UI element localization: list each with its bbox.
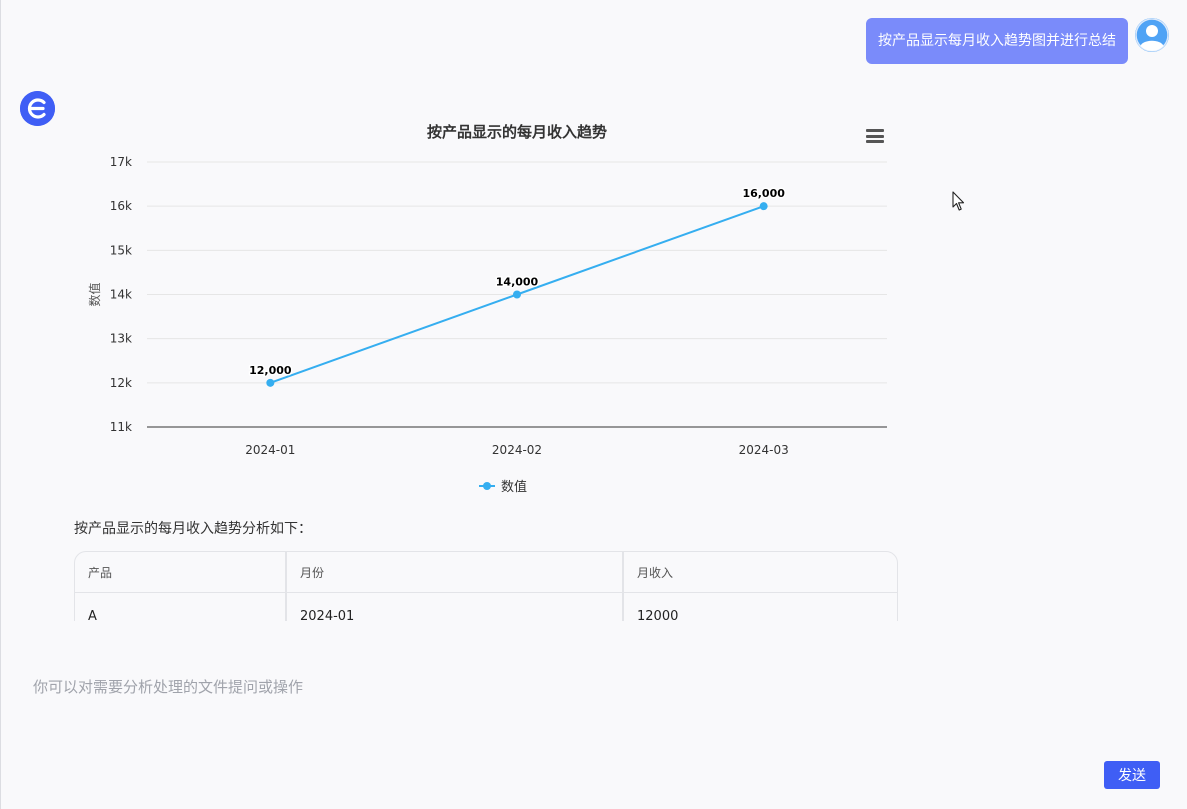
y-tick-label: 16k [110, 199, 132, 213]
mouse-cursor-icon [952, 191, 966, 216]
user-avatar-icon [1135, 18, 1169, 52]
data-point [759, 202, 768, 211]
legend-marker [483, 482, 491, 490]
hamburger-menu-icon[interactable] [866, 129, 884, 143]
y-tick-label: 11k [110, 420, 132, 434]
y-tick-label: 14k [110, 288, 132, 302]
data-label: 16,000 [742, 187, 785, 200]
data-point [513, 290, 521, 299]
send-button[interactable]: 发送 [1104, 761, 1160, 789]
data-table: 产品 月份 月收入 A 2024-01 12000 [74, 551, 898, 621]
table-cell: A [75, 593, 287, 621]
legend-label: 数值 [501, 479, 527, 495]
user-message-bubble: 按产品显示每月收入趋势图并进行总结 [866, 18, 1128, 64]
table-header-cell: 产品 [75, 552, 287, 593]
table-cell: 12000 [637, 609, 679, 621]
y-tick-label: 15k [110, 243, 132, 257]
y-tick-label: 17k [110, 155, 132, 169]
y-tick-label: 13k [110, 332, 132, 346]
table-header-cell: 月份 [287, 552, 624, 593]
table-cell: 2024-01 [287, 593, 624, 621]
data-label: 14,000 [496, 276, 539, 289]
y-axis-label: 数值 [87, 282, 102, 306]
analysis-text: 按产品显示的每月收入趋势分析如下： [74, 521, 312, 537]
line-chart: 按产品显示的每月收入趋势 11k 12k 13k 14k 15k 16k 17k 数值 2024-… [61, 110, 911, 510]
bot-logo-icon [20, 91, 55, 126]
table-viewport[interactable]: 产品 月份 月收入 A 2024-01 12000 [74, 551, 898, 621]
data-label: 12,000 [249, 364, 292, 377]
chart-canvas: 按产品显示的每月收入趋势 11k 12k 13k 14k 15k 16k 17k 数值 2024-… [87, 123, 887, 495]
table-row: A 2024-01 12000 [75, 593, 897, 621]
table-header-row: 产品 月份 月收入 [75, 552, 897, 593]
chart-title: 按产品显示的每月收入趋势 [427, 123, 607, 141]
user-message-text: 按产品显示每月收入趋势图并进行总结 [878, 33, 1116, 49]
chat-input[interactable] [21, 664, 1171, 744]
y-tick-label: 12k [110, 376, 132, 390]
x-tick-label: 2024-02 [492, 443, 542, 457]
table-header-cell: 月收入 [624, 552, 897, 593]
x-tick-label: 2024-01 [245, 443, 295, 457]
data-point [266, 378, 275, 387]
x-tick-label: 2024-03 [739, 443, 789, 457]
